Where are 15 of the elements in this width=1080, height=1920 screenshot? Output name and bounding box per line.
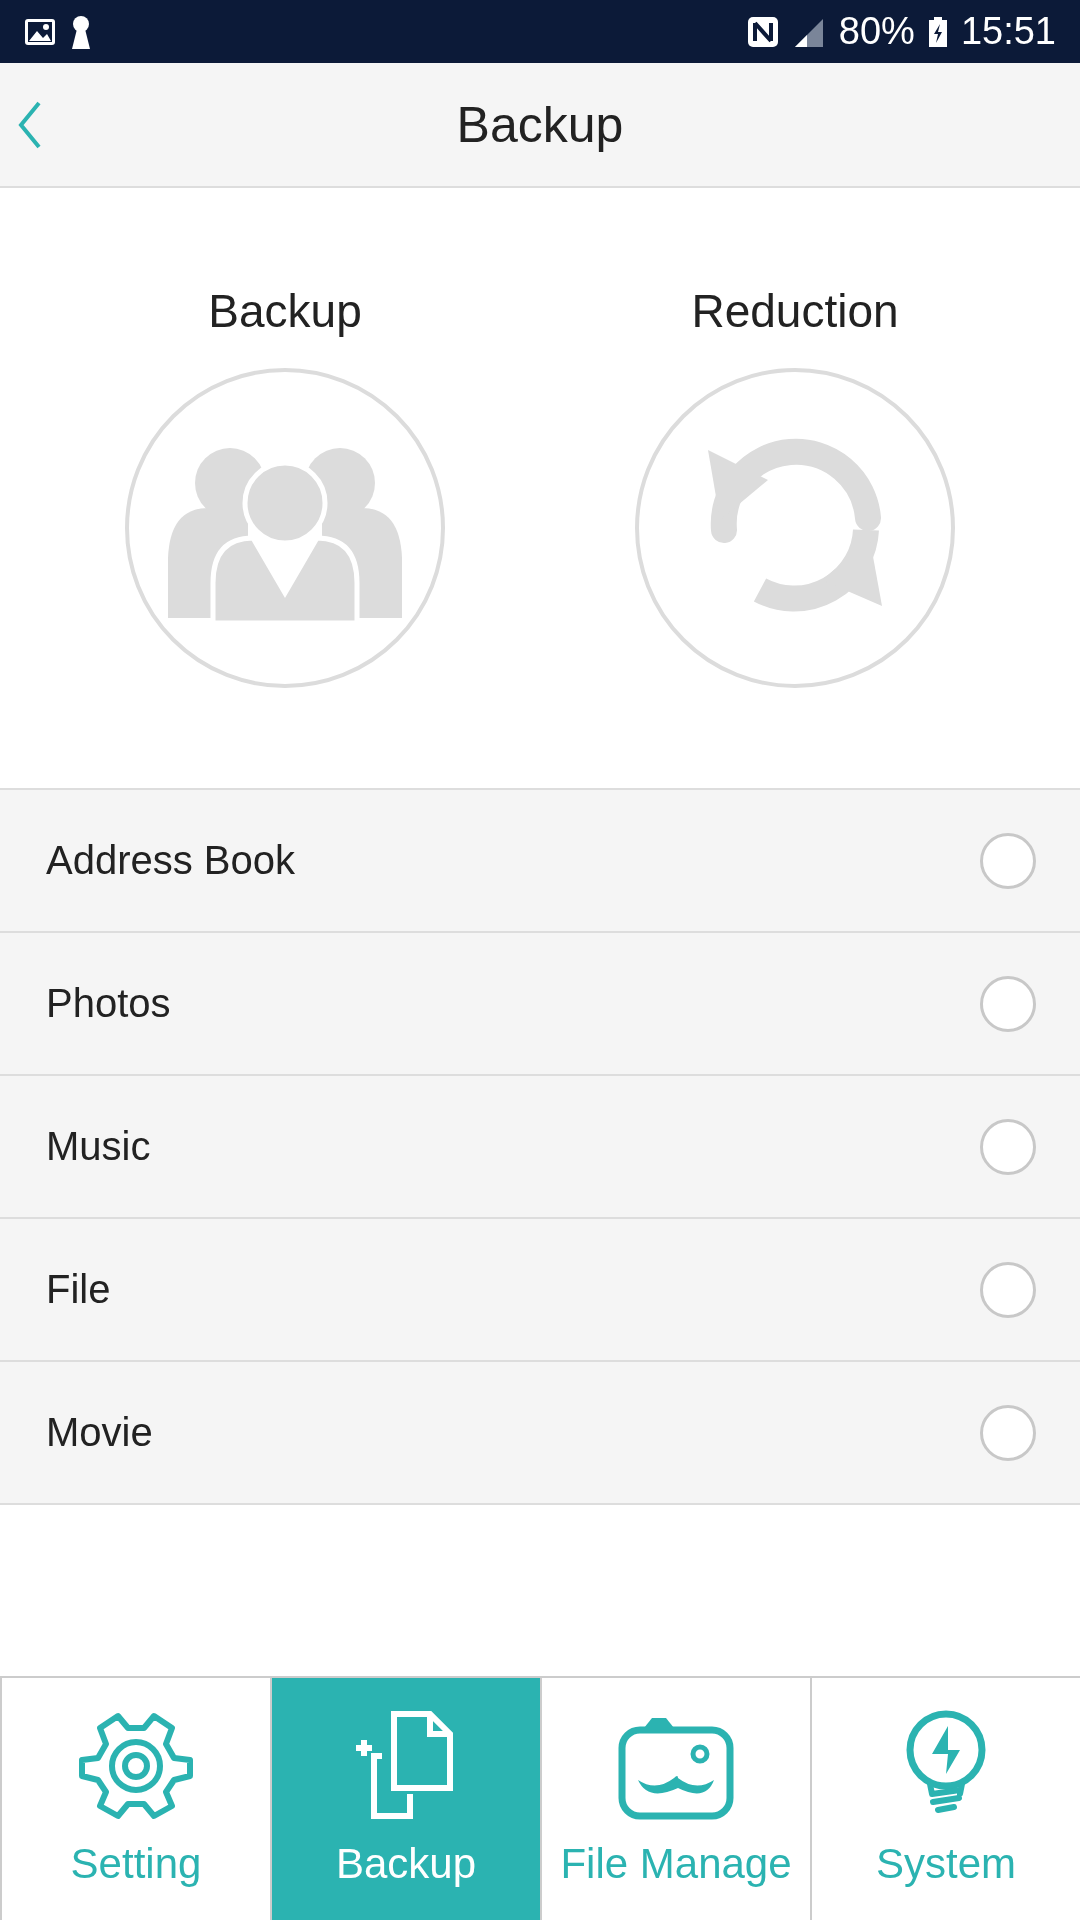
option-row[interactable]: Music bbox=[0, 1076, 1080, 1219]
action-label: Backup bbox=[208, 284, 362, 338]
clock: 15:51 bbox=[960, 10, 1056, 53]
battery-icon bbox=[928, 16, 947, 47]
gear-icon bbox=[76, 1710, 196, 1822]
option-row[interactable]: File bbox=[0, 1219, 1080, 1362]
action-label: Reduction bbox=[691, 284, 899, 338]
battery-percent: 80% bbox=[838, 10, 915, 53]
nfc-icon bbox=[746, 15, 779, 48]
option-row[interactable]: Address Book bbox=[0, 790, 1080, 933]
option-row[interactable]: Movie bbox=[0, 1362, 1080, 1505]
keyhole-icon bbox=[70, 14, 92, 49]
image-icon bbox=[24, 17, 56, 46]
option-row[interactable]: Photos bbox=[0, 933, 1080, 1076]
page-title: Backup bbox=[456, 95, 624, 154]
